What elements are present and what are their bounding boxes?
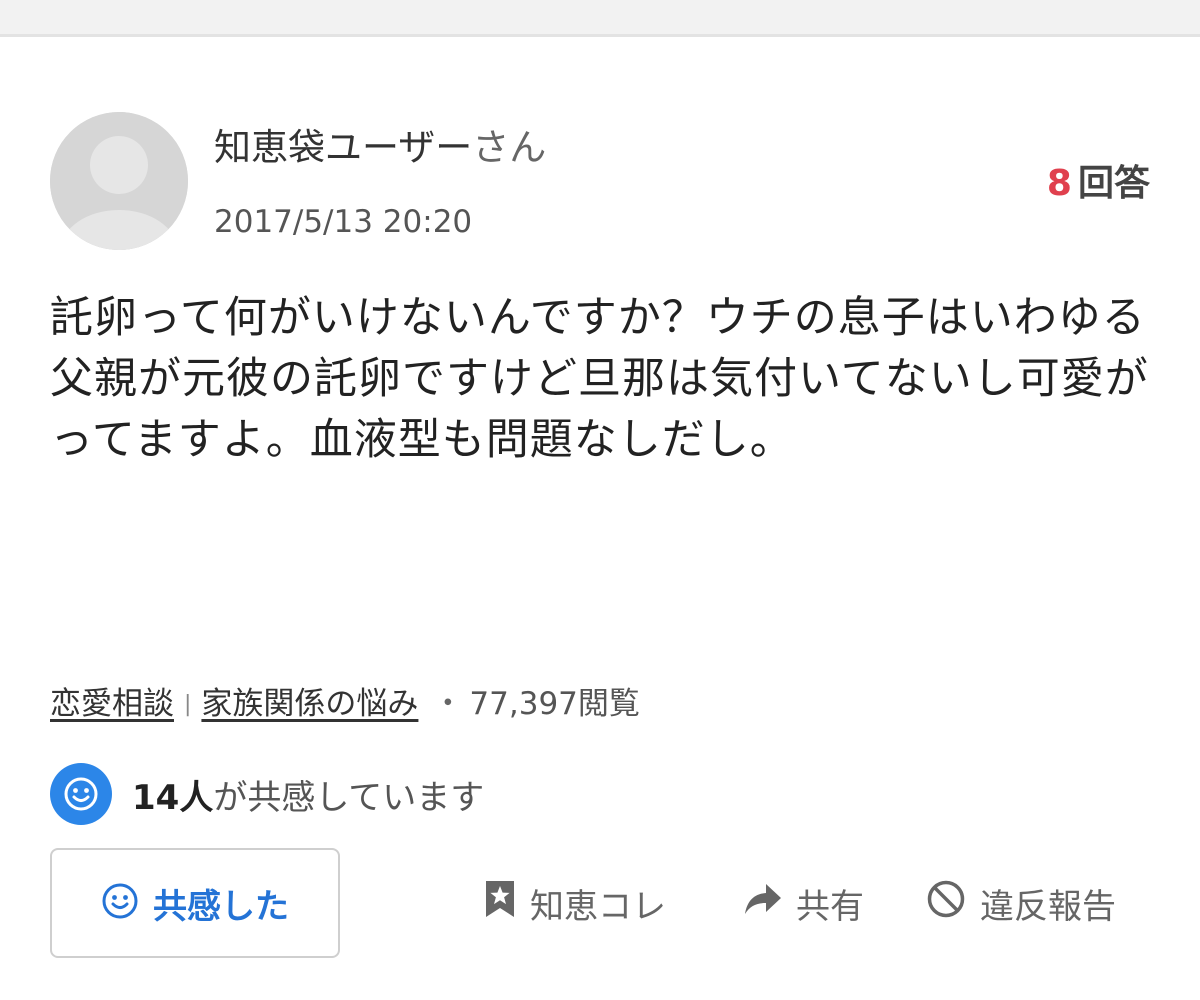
author: 知恵袋ユーザーさん <box>214 124 546 172</box>
report-label: 違反報告 <box>980 886 1116 927</box>
share-arrow-icon <box>744 882 782 925</box>
chie-collection-label: 知恵コレ <box>530 886 666 927</box>
post-date: 2017/5/13 20:20 <box>214 204 473 240</box>
answer-count[interactable]: 8 回答 <box>1047 160 1150 208</box>
smiley-outline-icon <box>101 882 139 924</box>
empathize-button-label: 共感した <box>153 886 289 927</box>
empathy-count: 14人 <box>132 777 214 818</box>
empathy-summary: 14人が共感しています <box>50 763 484 825</box>
category-link-primary[interactable]: 恋愛相談 <box>50 686 174 722</box>
empathy-label: が共感しています <box>213 777 485 818</box>
prohibited-icon <box>926 879 966 928</box>
smiley-icon <box>50 763 112 825</box>
empathize-button[interactable]: 共感した <box>50 848 340 958</box>
category-line: 恋愛相談 | 家族関係の悩み・ 77,397閲覧 <box>50 684 640 725</box>
empathy-text: 14人が共感しています <box>132 770 484 819</box>
category-link-secondary[interactable]: 家族関係の悩み <box>201 686 418 722</box>
question-body: 託卵って何がいけないんですか？ウチの息子はいわゆる父親が元彼の託卵ですけど旦那は… <box>50 293 1149 465</box>
share-label: 共有 <box>796 886 864 927</box>
default-user-icon <box>50 112 188 250</box>
chie-collection-button[interactable]: 知恵コレ <box>484 878 666 928</box>
answer-count-label: 回答 <box>1077 163 1150 204</box>
top-bar <box>0 0 1200 34</box>
report-button[interactable]: 違反報告 <box>926 878 1116 928</box>
category-separator: | <box>184 692 192 717</box>
views-dot: ・ <box>432 686 464 722</box>
view-count: 77,397閲覧 <box>469 686 640 722</box>
author-suffix: さん <box>472 126 547 169</box>
answer-count-number: 8 <box>1046 163 1072 204</box>
bookmark-star-icon <box>484 879 516 928</box>
top-divider <box>0 34 1200 37</box>
avatar[interactable] <box>50 112 188 250</box>
share-button[interactable]: 共有 <box>744 878 864 928</box>
author-name[interactable]: 知恵袋ユーザー <box>214 126 472 169</box>
